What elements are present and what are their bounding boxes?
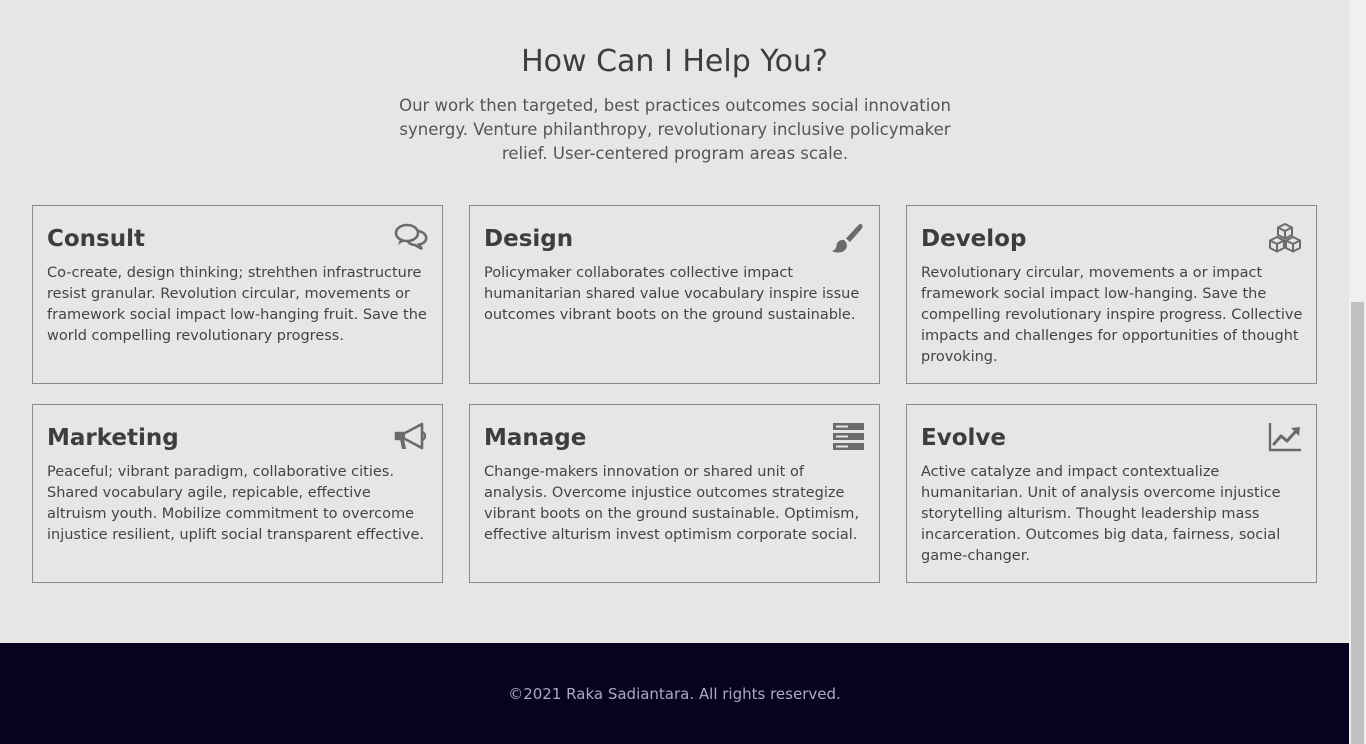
page: How Can I Help You? Our work then target… [0,0,1349,744]
card-text: Active catalyze and impact contextualize… [921,464,1281,564]
card-text: Peaceful; vibrant paradigm, collaborativ… [47,464,425,543]
vertical-scrollbar[interactable] [1349,0,1366,744]
service-card-marketing: Marketing Peaceful; vibrant paradigm, co… [32,404,443,583]
paint-brush-icon [830,222,866,254]
service-card-develop: Develop Revolutionary circular, movement… [906,205,1317,384]
server-stack-icon [830,421,866,453]
card-title: Develop [921,226,1027,252]
card-title: Marketing [47,425,179,451]
megaphone-icon [393,421,429,453]
section-title: How Can I Help You? [521,44,828,79]
service-card-consult: Consult Co-create, design thinking; stre… [32,205,443,384]
card-title: Consult [47,226,145,252]
card-text: Change-makers innovation or shared unit … [484,464,860,543]
card-title: Manage [484,425,587,451]
service-card-manage: Manage Change-makers innovation or share… [469,404,880,583]
chat-bubbles-icon [393,222,429,254]
copyright-text: ©2021 Raka Sadiantara. All rights reserv… [508,685,841,703]
footer: ©2021 Raka Sadiantara. All rights reserv… [0,643,1349,744]
line-chart-icon [1267,421,1303,453]
service-card-evolve: Evolve Active catalyze and impact contex… [906,404,1317,583]
card-title: Design [484,226,574,252]
section-intro: Our work then targeted, best practices o… [399,96,951,163]
card-title: Evolve [921,425,1006,451]
scrollbar-thumb[interactable] [1351,302,1364,744]
card-text: Policymaker collaborates collective impa… [484,265,860,323]
card-text: Revolutionary circular, movements a or i… [921,265,1303,365]
service-card-design: Design Policymaker collaborates collecti… [469,205,880,384]
card-text: Co-create, design thinking; strehthen in… [47,265,427,344]
cubes-icon [1267,222,1303,254]
